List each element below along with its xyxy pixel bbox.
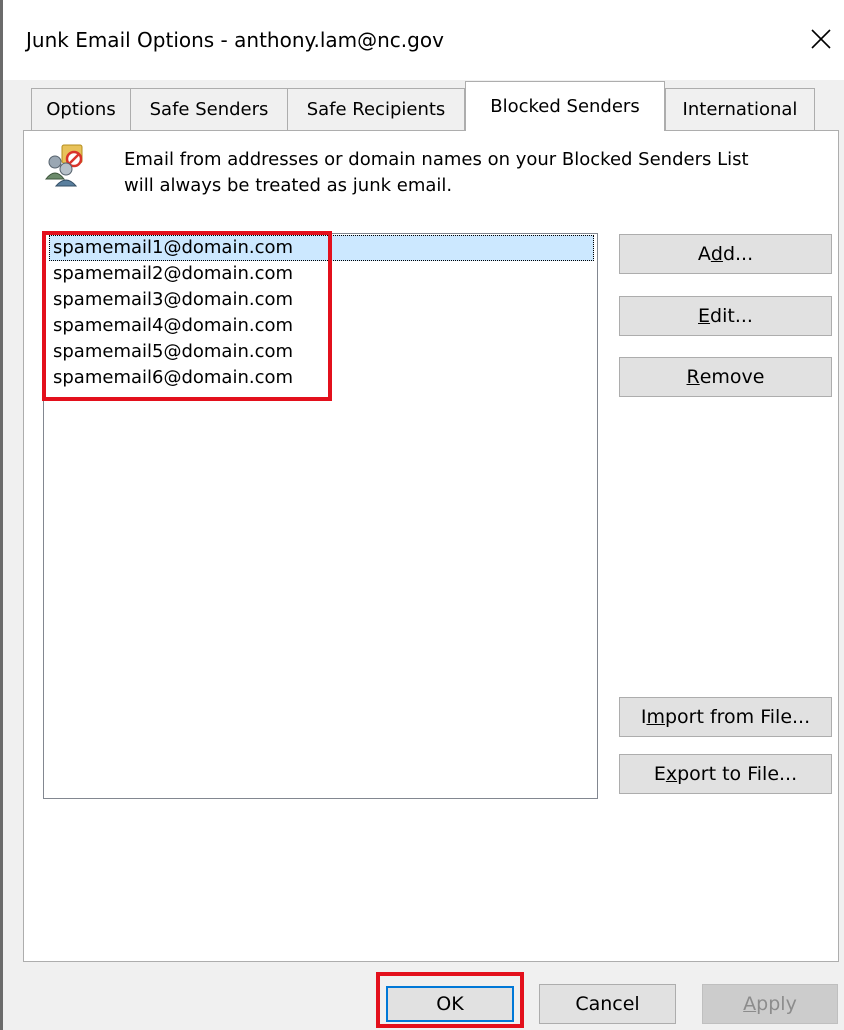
import-from-file-button[interactable]: Im port from File... — [619, 697, 832, 737]
close-icon — [811, 29, 831, 49]
remove-button[interactable]: Remove — [619, 357, 832, 397]
list-item[interactable]: spamemail3@domain.com — [52, 287, 293, 313]
tab-international[interactable]: International — [665, 88, 815, 130]
tab-options[interactable]: Options — [31, 88, 131, 130]
list-item[interactable]: spamemail1@domain.com — [49, 235, 594, 261]
list-item[interactable]: spamemail2@domain.com — [52, 261, 293, 287]
list-item[interactable]: spamemail6@domain.com — [52, 365, 293, 391]
title-bar: Junk Email Options - anthony.lam@nc.gov — [3, 0, 844, 80]
ok-button[interactable]: OK — [386, 986, 514, 1022]
blocked-users-icon — [44, 144, 83, 187]
blocked-senders-description: Email from addresses or domain names on … — [124, 147, 749, 199]
description-line-2: will always be treated as junk email. — [124, 175, 453, 196]
apply-button[interactable]: Apply — [702, 984, 838, 1024]
export-to-file-button[interactable]: Ex port to File... — [619, 754, 832, 794]
blocked-senders-list[interactable]: spamemail1@domain.com spamemail2@domain.… — [43, 233, 598, 799]
window-title: Junk Email Options - anthony.lam@nc.gov — [26, 28, 444, 52]
window-edge — [0, 0, 3, 1030]
list-item[interactable]: spamemail5@domain.com — [52, 339, 293, 365]
add-button[interactable]: Ad d... — [619, 234, 832, 274]
blocked-senders-panel: Email from addresses or domain names on … — [23, 130, 839, 962]
close-button[interactable] — [798, 14, 844, 64]
tab-safe-senders[interactable]: Safe Senders — [130, 88, 288, 130]
tab-blocked-senders[interactable]: Blocked Senders — [465, 81, 665, 131]
list-item[interactable]: spamemail4@domain.com — [52, 313, 293, 339]
cancel-button[interactable]: Cancel — [539, 984, 676, 1024]
edit-button[interactable]: Edit... — [619, 296, 832, 336]
description-line-1: Email from addresses or domain names on … — [124, 149, 749, 170]
tab-safe-recipients[interactable]: Safe Recipients — [287, 88, 465, 130]
